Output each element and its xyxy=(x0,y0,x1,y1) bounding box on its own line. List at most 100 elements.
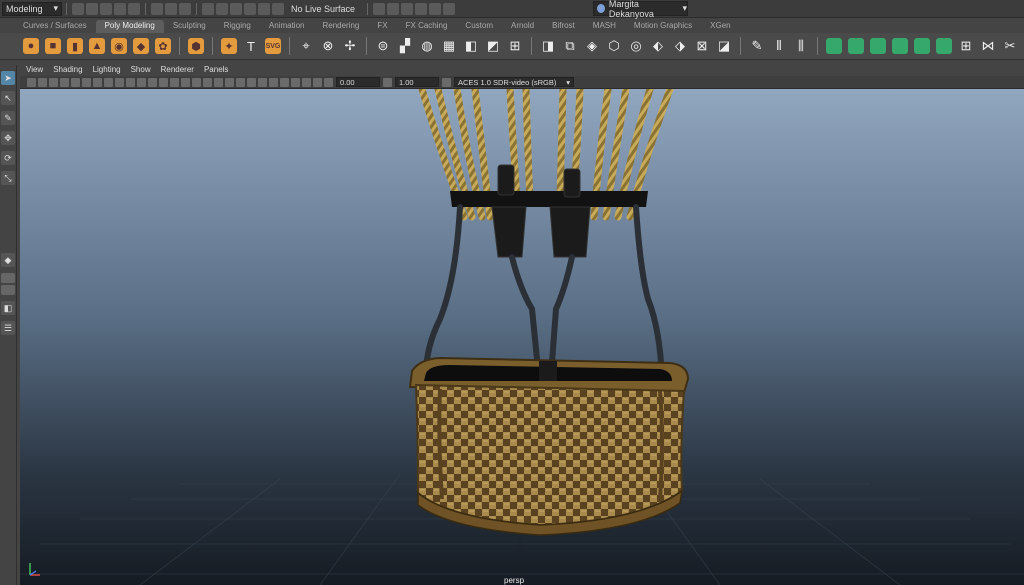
field-chart-icon[interactable] xyxy=(137,77,146,87)
collapse-icon[interactable]: ◪ xyxy=(716,38,732,54)
snap-view-plane-icon[interactable] xyxy=(244,2,256,15)
reduce-icon[interactable]: ◩ xyxy=(485,38,501,54)
redo-icon[interactable] xyxy=(128,2,140,15)
wireframe-on-shaded-icon[interactable] xyxy=(192,77,201,87)
pause-icon[interactable] xyxy=(443,2,456,15)
shelf-tab-bifrost[interactable]: Bifrost xyxy=(543,20,584,33)
cylindrical-map-icon[interactable] xyxy=(870,38,886,54)
anti-aliasing-icon[interactable] xyxy=(258,77,267,87)
grid-icon[interactable] xyxy=(93,77,102,87)
shelf-tab-arnold[interactable]: Arnold xyxy=(502,20,543,33)
camera-icon[interactable] xyxy=(27,77,36,87)
view-transform-dropdown[interactable]: ACES 1.0 SDR-video (sRGB) ▾ xyxy=(454,77,574,87)
single-view-layout-icon[interactable]: ◆ xyxy=(1,253,15,267)
type-tool-icon[interactable]: T xyxy=(243,38,259,54)
poke-icon[interactable]: ⬖ xyxy=(650,38,666,54)
color-management-icon[interactable] xyxy=(442,77,451,87)
mirror-icon[interactable]: ▦ xyxy=(441,38,457,54)
delete-edge-icon[interactable]: ⊠ xyxy=(694,38,710,54)
snap-grid-icon[interactable] xyxy=(202,2,214,15)
shelf-tab-motion-graphics[interactable]: Motion Graphics xyxy=(625,20,701,33)
xray-icon[interactable] xyxy=(291,77,300,87)
insert-edge-loop-icon[interactable]: ⫴ xyxy=(771,38,787,54)
ambient-occlusion-icon[interactable] xyxy=(236,77,245,87)
shelf-tab-mash[interactable]: MASH xyxy=(584,20,625,33)
live-surface-label[interactable]: No Live Surface xyxy=(291,4,355,14)
move-tool-icon[interactable]: ✥ xyxy=(1,131,15,145)
four-view-layout-icon[interactable] xyxy=(1,273,15,283)
uv-editor-icon[interactable] xyxy=(826,38,842,54)
cut-uv-icon[interactable]: ✂ xyxy=(1002,38,1018,54)
platonic-solid-icon[interactable]: ⬢ xyxy=(188,38,204,54)
multi-cut-icon[interactable]: ✎ xyxy=(749,38,765,54)
select-tool-icon[interactable]: ➤ xyxy=(1,71,15,85)
hypershade-icon[interactable] xyxy=(415,2,428,15)
wedge-icon[interactable]: ⬗ xyxy=(672,38,688,54)
depth-of-field-icon[interactable] xyxy=(269,77,278,87)
poly-disc-icon[interactable]: ✿ xyxy=(155,38,171,54)
shelf-tab-rendering[interactable]: Rendering xyxy=(313,20,368,33)
snap-live-icon[interactable] xyxy=(258,2,270,15)
xray-joints-icon[interactable] xyxy=(313,77,322,87)
grease-pencil-icon[interactable] xyxy=(82,77,91,87)
gamma-icon[interactable] xyxy=(383,77,392,87)
panel-menu-show[interactable]: Show xyxy=(131,65,151,74)
wireframe-icon[interactable] xyxy=(170,77,179,87)
textured-icon[interactable] xyxy=(203,77,212,87)
exposure-icon[interactable] xyxy=(324,77,333,87)
layout-uv-icon[interactable]: ⊞ xyxy=(958,38,974,54)
snap-point-icon[interactable] xyxy=(230,2,242,15)
shelf-tab-animation[interactable]: Animation xyxy=(260,20,314,33)
render-view-icon[interactable] xyxy=(429,2,442,15)
shelf-tab-sculpting[interactable]: Sculpting xyxy=(164,20,215,33)
offset-edge-loop-icon[interactable]: ⫼ xyxy=(793,38,809,54)
lights-icon[interactable] xyxy=(214,77,223,87)
combine-icon[interactable]: ⊜ xyxy=(375,38,391,54)
remesh-icon[interactable]: ⊞ xyxy=(507,38,523,54)
user-account[interactable]: Margita Dekanyova ▾ xyxy=(593,0,688,19)
save-scene-icon[interactable] xyxy=(100,2,112,15)
poly-sphere-icon[interactable]: ● xyxy=(23,38,39,54)
unfold-icon[interactable] xyxy=(936,38,952,54)
shelf-tab-xgen[interactable]: XGen xyxy=(701,20,739,33)
extrude-icon[interactable]: ◨ xyxy=(540,38,556,54)
outliner-icon[interactable]: ◧ xyxy=(1,301,15,315)
lasso-tool-icon[interactable]: ↖ xyxy=(1,91,15,105)
select-by-object-icon[interactable] xyxy=(165,2,177,15)
xray-active-icon[interactable] xyxy=(302,77,311,87)
channel-box-icon[interactable]: ☰ xyxy=(1,321,15,335)
open-scene-icon[interactable] xyxy=(86,2,98,15)
panel-menu-view[interactable]: View xyxy=(26,65,43,74)
sew-uv-icon[interactable]: ⋈ xyxy=(980,38,996,54)
spherical-map-icon[interactable] xyxy=(892,38,908,54)
camera-attributes-icon[interactable] xyxy=(38,77,47,87)
resolution-gate-icon[interactable] xyxy=(115,77,124,87)
smooth-icon[interactable]: ◍ xyxy=(419,38,435,54)
undo-icon[interactable] xyxy=(114,2,126,15)
menu-set-selector[interactable]: Modeling ▾ xyxy=(2,1,62,16)
rotate-tool-icon[interactable]: ⟳ xyxy=(1,151,15,165)
film-gate-icon[interactable] xyxy=(104,77,113,87)
append-icon[interactable]: ⬡ xyxy=(606,38,622,54)
svg-tool-icon[interactable]: SVG xyxy=(265,38,281,54)
render-settings-icon[interactable] xyxy=(401,2,414,15)
gamma-field[interactable]: 1.00 xyxy=(395,77,439,87)
poly-torus-icon[interactable]: ◉ xyxy=(111,38,127,54)
poly-cone-icon[interactable]: ▲ xyxy=(89,38,105,54)
motion-blur-icon[interactable] xyxy=(247,77,256,87)
fill-hole-icon[interactable]: ◎ xyxy=(628,38,644,54)
safe-title-icon[interactable] xyxy=(159,77,168,87)
select-by-component-icon[interactable] xyxy=(179,2,191,15)
separate-icon[interactable]: ▞ xyxy=(397,38,413,54)
gate-mask-icon[interactable] xyxy=(126,77,135,87)
safe-action-icon[interactable] xyxy=(148,77,157,87)
planar-map-icon[interactable] xyxy=(848,38,864,54)
poly-cube-icon[interactable]: ■ xyxy=(45,38,61,54)
persp-outliner-layout-icon[interactable] xyxy=(1,285,15,295)
shelf-tab-rigging[interactable]: Rigging xyxy=(215,20,260,33)
shelf-tab-fx-caching[interactable]: FX Caching xyxy=(397,20,457,33)
shelf-tab-custom[interactable]: Custom xyxy=(456,20,502,33)
poly-cylinder-icon[interactable]: ▮ xyxy=(67,38,83,54)
target-weld-icon[interactable]: ⌖ xyxy=(298,38,314,54)
bridge-icon[interactable]: ⧉ xyxy=(562,38,578,54)
